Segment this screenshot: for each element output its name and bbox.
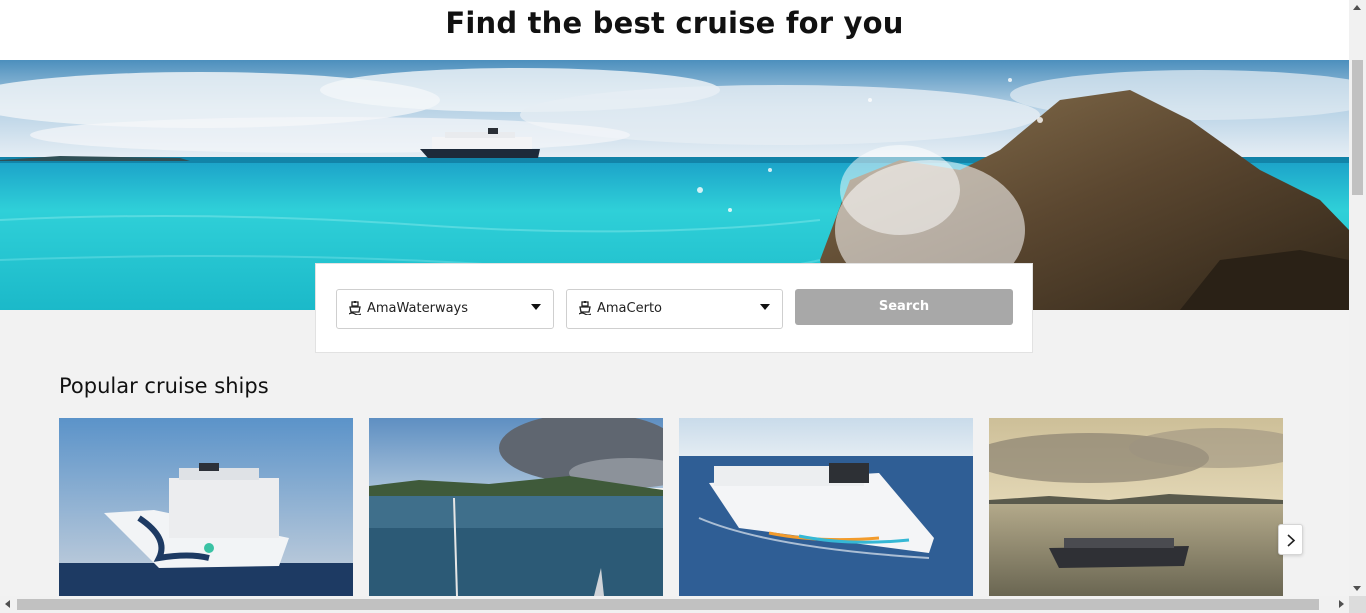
scrollbar-corner: [1349, 596, 1366, 613]
vertical-scroll-thumb[interactable]: [1352, 60, 1363, 195]
cruise-line-select[interactable]: AmaWaterways: [336, 289, 554, 329]
chevron-down-icon: [760, 304, 770, 310]
ship-card[interactable]: [679, 418, 973, 596]
vertical-scrollbar[interactable]: [1349, 0, 1366, 596]
chevron-down-icon: [531, 304, 541, 310]
ship-card[interactable]: [369, 418, 663, 596]
page: Find the best cruise for you AmaWaterway…: [0, 0, 1349, 596]
section-title: Popular cruise ships: [59, 374, 269, 398]
search-panel: AmaWaterways AmaCerto Search: [315, 263, 1033, 353]
ship-card-image: [679, 418, 973, 596]
scroll-right-icon[interactable]: [1339, 600, 1344, 608]
horizontal-scrollbar[interactable]: [0, 596, 1349, 613]
cruise-line-value: AmaWaterways: [367, 301, 469, 316]
header: Find the best cruise for you: [0, 0, 1349, 60]
ship-icon: [349, 301, 361, 315]
ship-card-image: [369, 418, 663, 596]
ship-select[interactable]: AmaCerto: [566, 289, 783, 329]
horizontal-scroll-thumb[interactable]: [17, 599, 1319, 610]
ship-card[interactable]: [59, 418, 353, 596]
ship-card-image: [59, 418, 353, 596]
page-title: Find the best cruise for you: [445, 6, 904, 40]
ship-card-image: [989, 418, 1283, 596]
carousel-next-button[interactable]: [1278, 524, 1303, 555]
scroll-up-icon[interactable]: [1353, 5, 1361, 10]
ship-card[interactable]: [989, 418, 1283, 596]
search-button[interactable]: Search: [795, 289, 1013, 325]
scroll-left-icon[interactable]: [5, 600, 10, 608]
scroll-down-icon[interactable]: [1353, 586, 1361, 591]
ship-icon: [579, 301, 591, 315]
chevron-right-icon: [1287, 534, 1296, 547]
ship-value: AmaCerto: [597, 301, 662, 316]
